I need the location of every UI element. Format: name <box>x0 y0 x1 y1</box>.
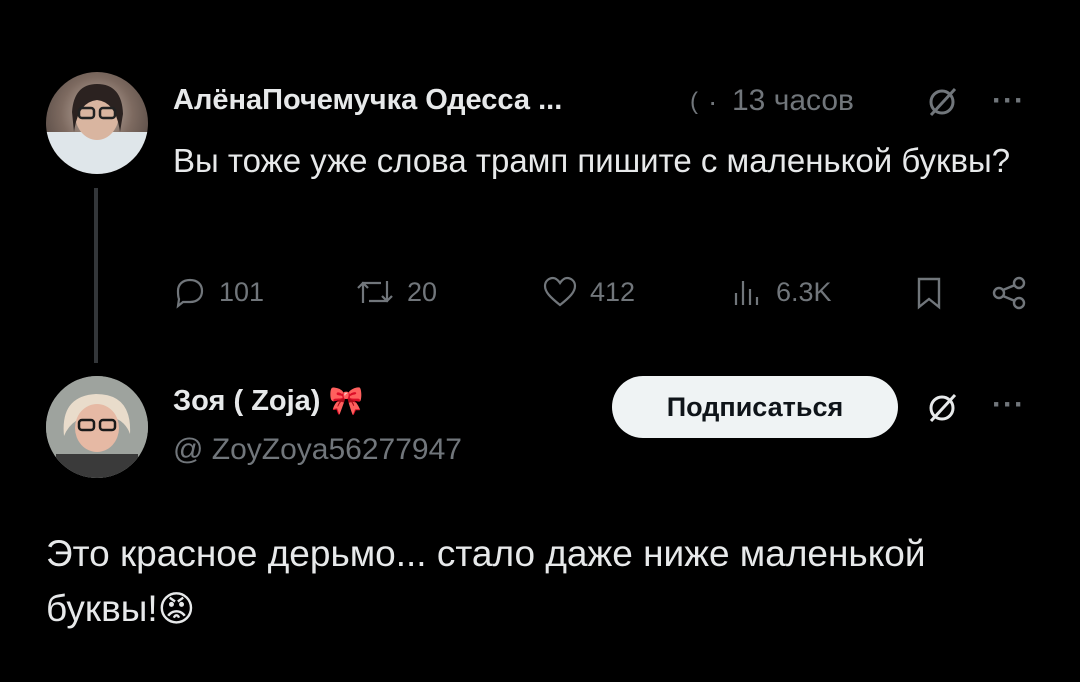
follow-button[interactable]: Подписаться <box>612 376 898 438</box>
share-icon <box>992 276 1026 310</box>
tweet1-more-button[interactable]: ··· <box>992 84 1025 118</box>
tweet1-meta-dot: · <box>708 86 718 117</box>
bookmark-icon <box>917 277 941 310</box>
bookmark-button[interactable] <box>914 275 944 316</box>
reply-button[interactable]: 101 <box>173 275 264 309</box>
views-count: 6.3K <box>776 276 832 307</box>
tweet1-author-name[interactable]: АлёнаПочемучка Одесса ... <box>173 84 562 117</box>
like-button[interactable]: 412 <box>542 275 635 309</box>
angry-face-emoji: 😡 <box>157 588 196 629</box>
grok-icon-2[interactable] <box>924 390 960 426</box>
tweet2-author-label: Зоя ( Zoja) <box>173 385 321 417</box>
retweet-button[interactable]: 20 <box>355 275 437 309</box>
like-count: 412 <box>590 276 636 307</box>
thread-line <box>94 188 98 363</box>
tweet2-handle[interactable]: @ ZoyZoya56277947 <box>173 433 462 467</box>
views-icon <box>734 281 759 305</box>
share-button[interactable] <box>990 275 1028 316</box>
retweet-count: 20 <box>407 276 438 307</box>
reply-count: 101 <box>219 276 265 307</box>
views-button[interactable]: 6.3K <box>730 275 832 309</box>
grok-icon[interactable] <box>924 84 960 120</box>
avatar-alena[interactable] <box>46 72 148 174</box>
retweet-icon <box>357 281 393 303</box>
tweet2-author-name[interactable]: Зоя ( Zoja) 🎀 <box>173 384 363 418</box>
tweet2-more-button[interactable]: ··· <box>992 388 1025 422</box>
tweet2-text-block: Это красное дерьмо... стало даже ниже ма… <box>46 526 946 636</box>
avatar-zoja[interactable] <box>46 376 148 478</box>
reply-icon <box>176 278 204 309</box>
bow-emoji: 🎀 <box>328 385 364 416</box>
like-icon <box>543 276 577 307</box>
community-icon: ( <box>690 88 698 115</box>
tweet1-timestamp[interactable]: 13 часов <box>732 84 854 118</box>
tweet1-text: Вы тоже уже слова трамп пишите с маленьк… <box>173 142 1011 179</box>
